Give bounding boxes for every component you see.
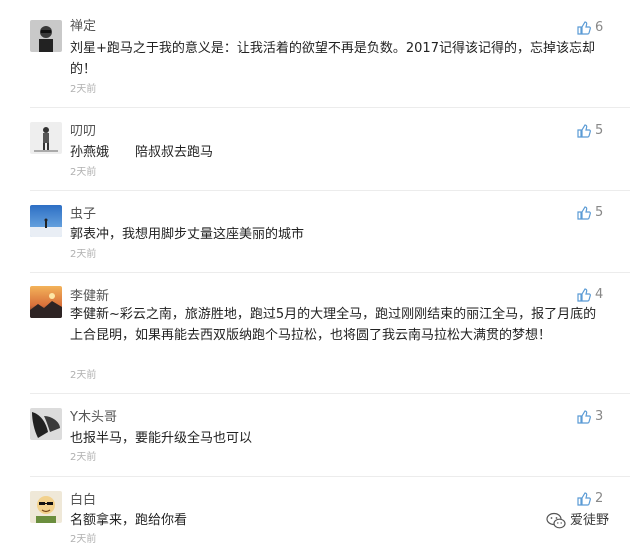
like-count: 4 (595, 287, 604, 302)
comment-text: 孙燕娥 陪叔叔去跑马 (70, 145, 214, 160)
avatar[interactable] (30, 408, 62, 440)
like-count: 5 (595, 123, 604, 138)
like-count: 6 (595, 20, 604, 35)
divider (30, 107, 630, 108)
thumbs-up-icon (577, 21, 591, 35)
nickname[interactable]: 李健新 (70, 289, 109, 305)
thumbs-up-icon (577, 410, 591, 424)
like-button[interactable]: 2 (577, 491, 627, 507)
like-button[interactable]: 5 (577, 123, 627, 139)
divider (30, 272, 630, 273)
avatar[interactable] (30, 122, 62, 154)
thumbs-up-icon (577, 492, 591, 506)
thumbs-up-icon (577, 288, 591, 302)
avatar[interactable] (30, 286, 62, 318)
timestamp: 2天前 (70, 84, 97, 95)
nickname[interactable]: Y木头哥 (70, 410, 117, 426)
nickname[interactable]: 禅定 (70, 19, 96, 35)
like-count: 3 (595, 409, 604, 424)
timestamp: 2天前 (70, 370, 97, 381)
divider (30, 393, 630, 394)
nickname[interactable]: 白白 (70, 493, 96, 509)
divider (30, 476, 630, 477)
watermark-text: 爱徒野 (570, 513, 610, 528)
comment-text: 也报半马，要能升级全马也可以 (70, 431, 253, 446)
like-count: 2 (595, 491, 604, 506)
timestamp: 2天前 (70, 167, 97, 178)
nickname[interactable]: 虫子 (70, 207, 96, 223)
thumbs-up-icon (577, 206, 591, 220)
like-button[interactable]: 3 (577, 409, 627, 425)
thumbs-up-icon (577, 124, 591, 138)
comment-text: 名额拿来，跑给你看 (70, 513, 188, 528)
timestamp: 2天前 (70, 534, 97, 545)
like-button[interactable]: 5 (577, 205, 627, 221)
like-button[interactable]: 6 (577, 20, 627, 36)
like-button[interactable]: 4 (577, 287, 627, 303)
nickname[interactable]: 叨叨 (70, 124, 96, 140)
avatar[interactable] (30, 491, 62, 523)
like-count: 5 (595, 205, 604, 220)
avatar[interactable] (30, 20, 62, 52)
timestamp: 2天前 (70, 249, 97, 260)
comment-text: 郭表冲，我想用脚步丈量这座美丽的城市 (70, 227, 305, 242)
wechat-icon (546, 512, 566, 529)
divider (30, 190, 630, 191)
comment-text: 李健新~彩云之南，旅游胜地，跑过5月的大理全马，跑过刚刚结束的丽江全马，报了月底… (70, 307, 597, 343)
comment-text: 刘星+跑马之于我的意义是：让我活着的欲望不再是负数。2017记得该记得的，忘掉该… (70, 41, 595, 77)
avatar[interactable] (30, 205, 62, 237)
timestamp: 2天前 (70, 452, 97, 463)
